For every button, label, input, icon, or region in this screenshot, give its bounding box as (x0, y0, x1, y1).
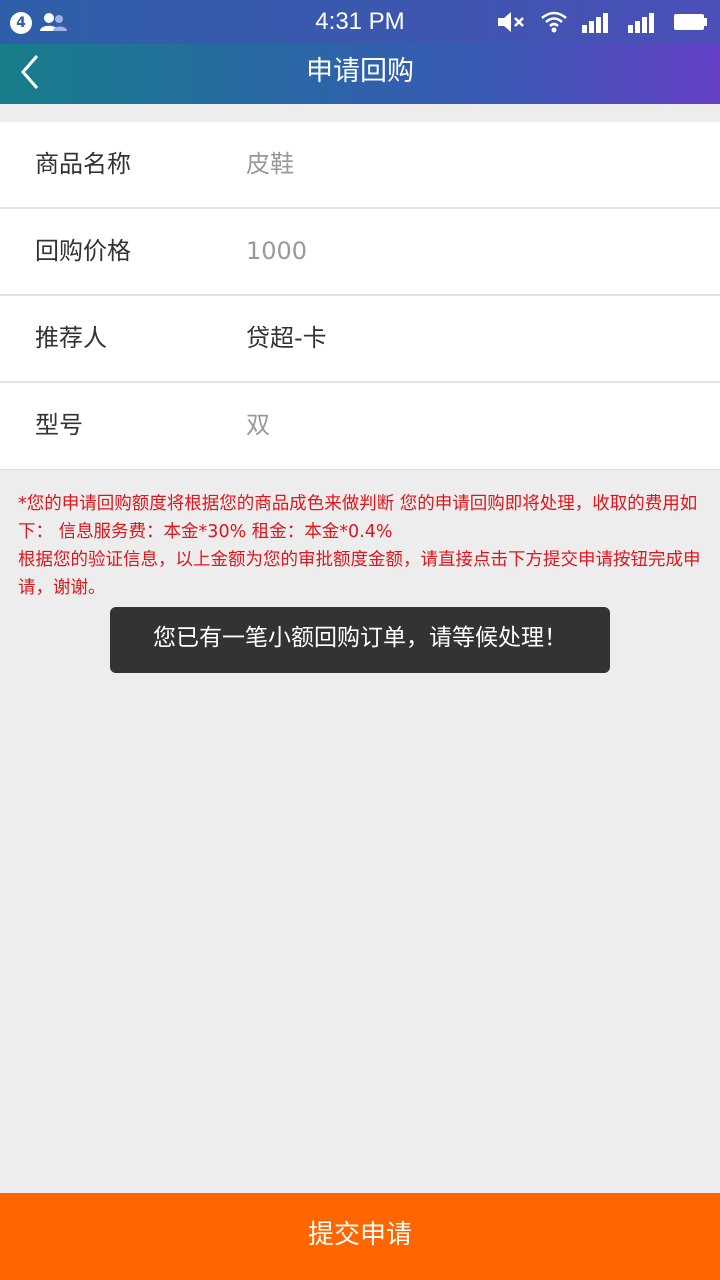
fee-notice-line-2: 根据您的验证信息，以上金额为您的审批额度金额，请直接点击下方提交申请按钮完成申请… (18, 550, 701, 598)
status-bar: 4 4:31 PM (0, 0, 720, 44)
buyback-price-value[interactable]: 1000 (246, 209, 307, 294)
buyback-price-label: 回购价格 (35, 237, 131, 265)
form-row-model: 型号 双 (0, 383, 720, 470)
model-label: 型号 (35, 411, 83, 439)
title-bar: 申请回购 (0, 44, 720, 104)
page-title: 申请回购 (306, 56, 414, 87)
referrer-value[interactable]: 贷超-卡 (246, 296, 327, 381)
wifi-icon (541, 11, 567, 33)
model-value[interactable]: 双 (246, 383, 270, 468)
battery-icon (674, 14, 707, 30)
signal-icon (628, 13, 654, 33)
product-name-label: 商品名称 (35, 150, 131, 178)
mute-icon (498, 12, 524, 32)
toast-message: 您已有一笔小额回购订单，请等候处理！ (110, 607, 610, 673)
buyback-form: 商品名称 皮鞋 回购价格 1000 推荐人 贷超-卡 型号 双 (0, 122, 720, 470)
product-name-value[interactable]: 皮鞋 (246, 122, 294, 207)
fee-notice-line-1: *您的申请回购额度将根据您的商品成色来做判断 您的申请回购即将处理，收取的费用如… (18, 494, 698, 542)
signal-icon (582, 13, 608, 33)
submit-button[interactable]: 提交申请 (0, 1193, 720, 1280)
form-row-product-name: 商品名称 皮鞋 (0, 122, 720, 209)
fee-notice: *您的申请回购额度将根据您的商品成色来做判断 您的申请回购即将处理，收取的费用如… (18, 490, 708, 602)
form-row-buyback-price: 回购价格 1000 (0, 209, 720, 296)
referrer-label: 推荐人 (35, 324, 107, 352)
form-row-referrer: 推荐人 贷超-卡 (0, 296, 720, 383)
